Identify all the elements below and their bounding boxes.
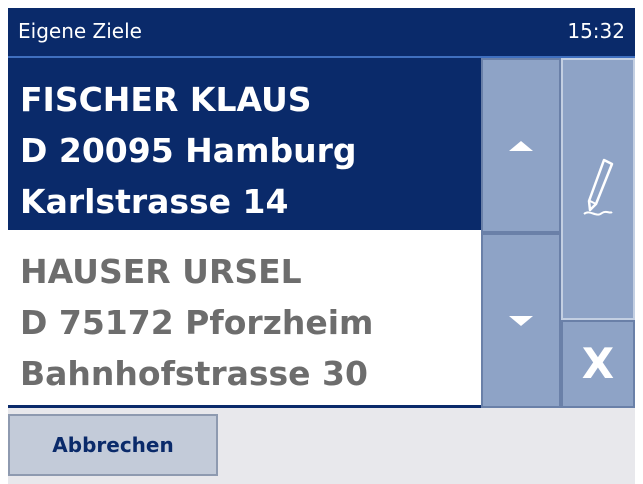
entry-name: HAUSER URSEL — [20, 252, 302, 291]
entry-street: Karlstrasse 14 — [20, 182, 289, 221]
entry-street: Bahnhofstrasse 30 — [20, 354, 368, 393]
entry-city: D 20095 Hamburg — [20, 131, 357, 170]
triangle-down-icon — [509, 315, 533, 326]
window-title: Eigene Ziele — [18, 19, 142, 43]
title-bar: Eigene Ziele 15:32 — [8, 8, 635, 58]
list-item[interactable]: HAUSER URSEL D 75172 Pforzheim Bahnhofst… — [8, 230, 481, 408]
entry-name: FISCHER KLAUS — [20, 80, 312, 119]
delete-button[interactable]: X — [561, 320, 635, 408]
entry-city: D 75172 Pforzheim — [20, 303, 374, 342]
scroll-down-button[interactable] — [481, 233, 561, 408]
edit-button[interactable] — [561, 58, 635, 320]
cancel-button[interactable]: Abbrechen — [8, 414, 218, 476]
clock: 15:32 — [567, 19, 625, 43]
scroll-up-button[interactable] — [481, 58, 561, 233]
triangle-up-icon — [509, 140, 533, 151]
pencil-icon — [583, 158, 614, 216]
close-icon: X — [581, 339, 615, 388]
list-item-selected[interactable]: FISCHER KLAUS D 20095 Hamburg Karlstrass… — [8, 58, 481, 230]
